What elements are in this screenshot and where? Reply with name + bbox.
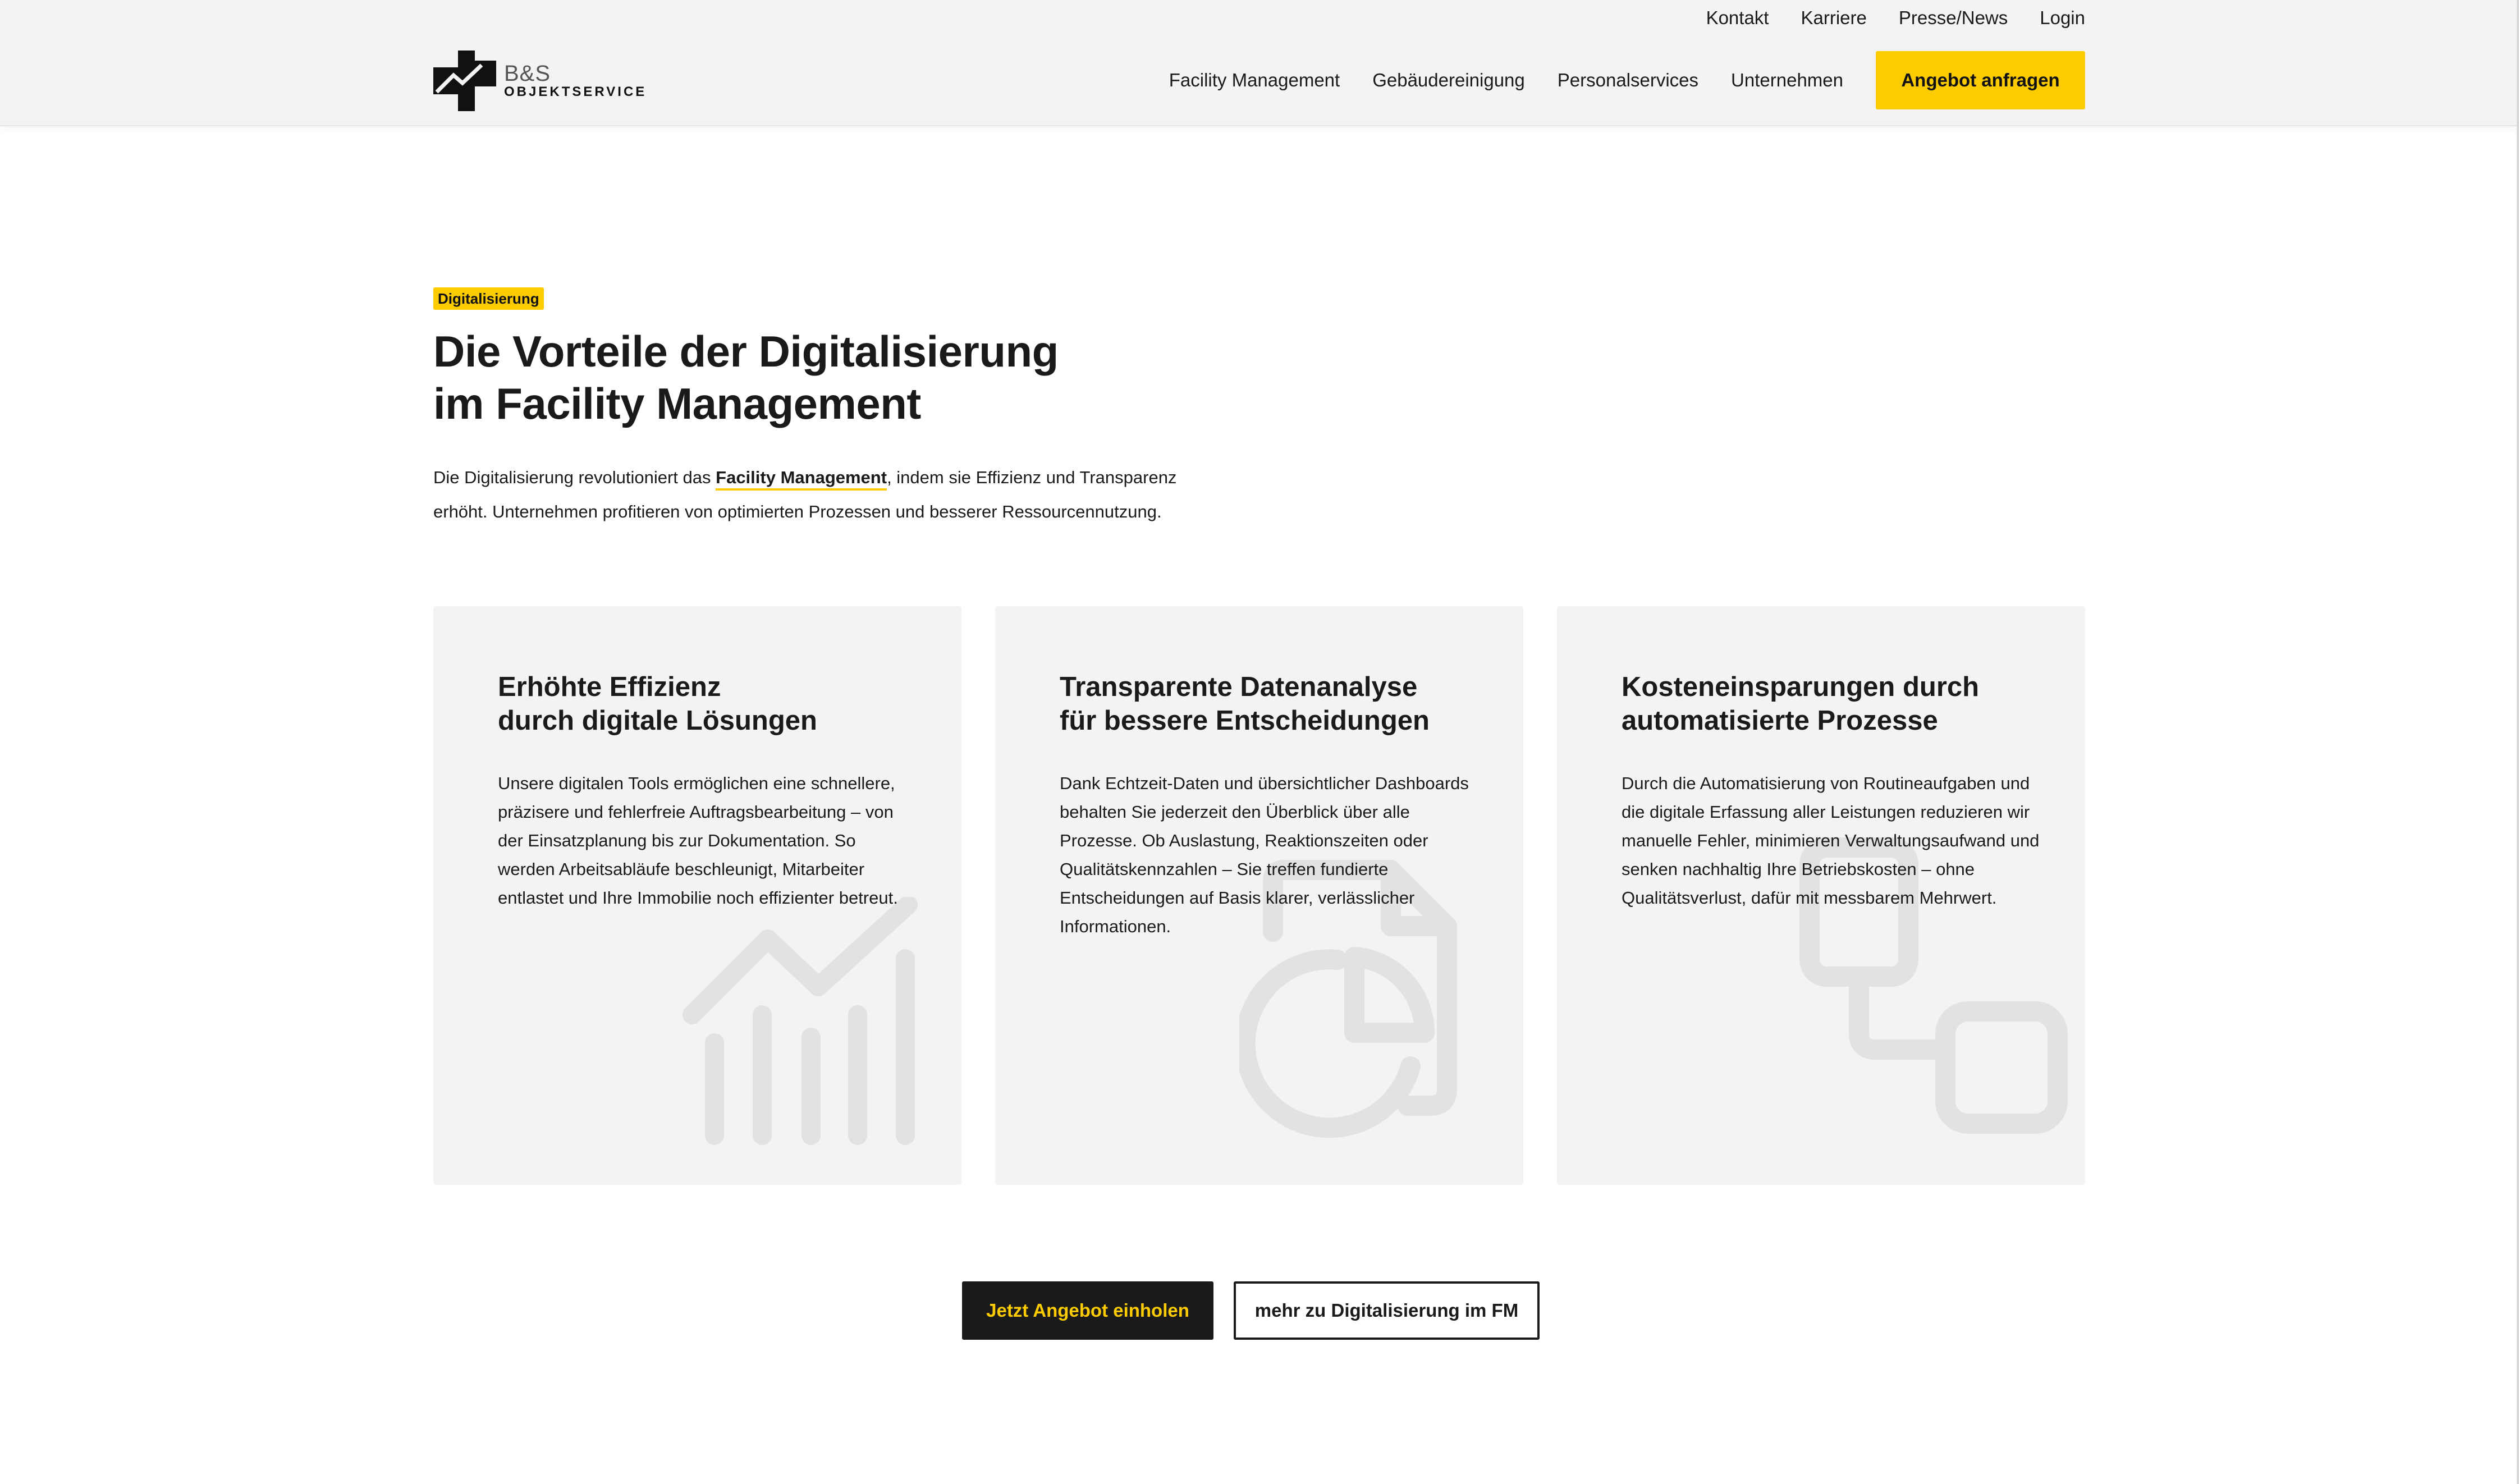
card-text: Unsere digitalen Tools ermöglichen eine … <box>498 773 898 908</box>
utility-link-karriere[interactable]: Karriere <box>1801 7 1866 29</box>
card-title: Erhöhte Effizienz durch digitale Lösunge… <box>498 672 817 736</box>
card-title: Transparente Datenanalyse für bessere En… <box>1060 672 1430 736</box>
main-nav: Facility Management Gebäudereinigung Per… <box>1169 51 2085 109</box>
nav-unternehmen[interactable]: Unternehmen <box>1731 70 1843 91</box>
nav-personalservices[interactable]: Personalservices <box>1558 70 1698 91</box>
utility-link-presse[interactable]: Presse/News <box>1899 7 2008 29</box>
logo-brand: B&S <box>504 61 551 86</box>
benefit-card-effizienz: Erhöhte Effizienz durch digitale Lösunge… <box>433 606 961 1185</box>
logo-mark-icon <box>433 51 496 111</box>
page-title-line-1: Die Vorteile der Digitalisierung <box>433 327 1059 376</box>
brand-logo[interactable]: B&S OBJEKTSERVICE <box>433 51 647 111</box>
intro-text-before: Die Digitalisierung revolutioniert das <box>433 468 716 487</box>
page-title-line-2: im Facility Management <box>433 379 921 428</box>
nav-facility-management[interactable]: Facility Management <box>1169 70 1340 91</box>
growth-chart-icon <box>683 897 918 1145</box>
benefit-card-kosteneinsparungen: Kosteneinsparungen durch automatisierte … <box>1557 606 2085 1185</box>
logo-subtitle: OBJEKTSERVICE <box>504 84 647 99</box>
benefit-cards: Erhöhte Effizienz durch digitale Lösunge… <box>433 606 2085 1185</box>
scrollbar-edge <box>2517 0 2519 1484</box>
card-title: Kosteneinsparungen durch automatisierte … <box>1622 672 1980 736</box>
utility-link-kontakt[interactable]: Kontakt <box>1706 7 1769 29</box>
nav-gebaeudereinigung[interactable]: Gebäudereinigung <box>1372 70 1525 91</box>
card-text: Durch die Automatisierung von Routineauf… <box>1622 773 2040 908</box>
utility-bar: Kontakt Karriere Presse/News Login <box>0 0 2519 35</box>
main-header: B&S OBJEKTSERVICE Facility Management Ge… <box>0 35 2519 126</box>
category-tag: Digitalisierung <box>433 287 544 310</box>
benefit-card-datenanalyse: Transparente Datenanalyse für bessere En… <box>995 606 1523 1185</box>
facility-management-link[interactable]: Facility Management <box>716 468 887 491</box>
angebot-anfragen-button[interactable]: Angebot anfragen <box>1876 51 2085 109</box>
page-title: Die Vorteile der Digitalisierung im Faci… <box>433 326 1219 430</box>
logo-text: B&S OBJEKTSERVICE <box>504 62 647 99</box>
utility-link-login[interactable]: Login <box>2040 7 2085 29</box>
mehr-digitalisierung-button[interactable]: mehr zu Digitalisierung im FM <box>1234 1281 1540 1340</box>
intro-paragraph: Die Digitalisierung revolutioniert das F… <box>433 460 1219 529</box>
utility-links: Kontakt Karriere Presse/News Login <box>1706 0 2085 35</box>
angebot-einholen-button[interactable]: Jetzt Angebot einholen <box>962 1281 1213 1340</box>
card-text: Dank Echtzeit-Daten und übersichtlicher … <box>1060 773 1469 936</box>
